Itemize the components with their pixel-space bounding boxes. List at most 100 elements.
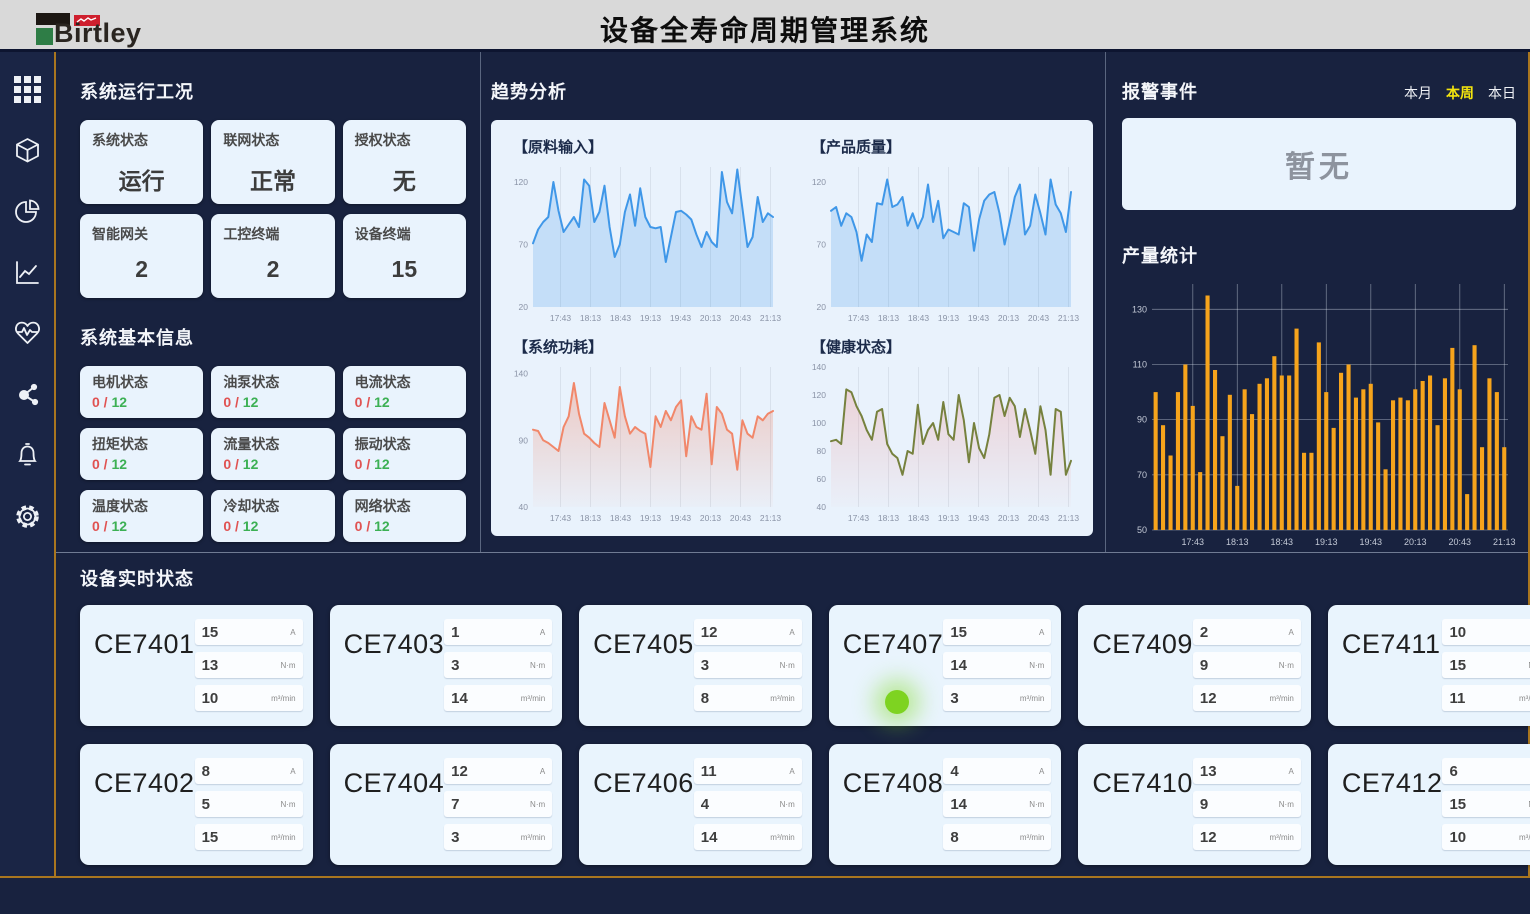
device-value: 14 <box>950 657 967 674</box>
device-card[interactable]: CE741110A15N·m11m³/min <box>1328 605 1530 726</box>
device-unit: m³/min <box>1269 694 1293 703</box>
device-name: CE7402 <box>94 768 195 799</box>
svg-text:18:43: 18:43 <box>610 513 632 523</box>
svg-text:19:13: 19:13 <box>938 513 960 523</box>
svg-text:100: 100 <box>812 418 826 428</box>
info-card-ratio: 0 / 12 <box>223 394 322 410</box>
production-title: 产量统计 <box>1122 242 1516 268</box>
device-values: 15A14N·m3m³/min <box>943 619 1051 711</box>
device-value: 9 <box>1200 796 1208 813</box>
device-unit: N·m <box>780 800 795 809</box>
svg-text:18:43: 18:43 <box>610 313 632 323</box>
alarm-tab[interactable]: 本周 <box>1446 83 1474 103</box>
device-card[interactable]: CE740715A14N·m3m³/min <box>829 605 1062 726</box>
device-values: 2A9N·m12m³/min <box>1193 619 1301 711</box>
power-line-chart: 409014017:4318:1318:4319:1319:4320:1320:… <box>505 359 781 527</box>
svg-text:19:43: 19:43 <box>968 313 990 323</box>
device-value: 12 <box>701 624 718 641</box>
device-value: 8 <box>202 763 210 780</box>
alarm-tab[interactable]: 本月 <box>1404 83 1432 103</box>
status-card-value: 正常 <box>223 162 322 196</box>
svg-text:18:13: 18:13 <box>1226 537 1249 547</box>
device-card[interactable]: CE74084A14N·m8m³/min <box>829 744 1062 865</box>
apps-grid-icon[interactable] <box>12 74 42 104</box>
system-info-cards: 电机状态0 / 12油泵状态0 / 12电流状态0 / 12扭矩状态0 / 12… <box>80 366 466 542</box>
alarm-empty-card: 暂无 <box>1122 118 1516 210</box>
device-card[interactable]: CE740115A13N·m10m³/min <box>80 605 313 726</box>
device-value: 6 <box>1449 763 1457 780</box>
trend-chart-cell: 【产品质量】 207012017:4318:1318:4319:1319:432… <box>803 132 1079 330</box>
status-card-label: 系统状态 <box>92 130 191 150</box>
info-card: 温度状态0 / 12 <box>80 490 203 542</box>
device-unit: m³/min <box>1519 694 1530 703</box>
sidebar-nav <box>0 52 56 876</box>
svg-text:20:43: 20:43 <box>1028 313 1050 323</box>
svg-text:19:13: 19:13 <box>938 313 960 323</box>
device-value: 2 <box>1200 624 1208 641</box>
trend-chart-title: 【原料输入】 <box>513 136 781 157</box>
info-card-ratio: 0 / 12 <box>223 456 322 472</box>
device-value-row: 13A <box>1193 758 1301 784</box>
device-value-row: 14m³/min <box>694 824 802 850</box>
device-value: 11 <box>701 763 717 780</box>
device-value: 14 <box>950 796 967 813</box>
gear-icon[interactable] <box>12 501 42 531</box>
svg-text:80: 80 <box>817 446 827 456</box>
device-name: CE7405 <box>593 629 694 660</box>
device-unit: N·m <box>1029 800 1044 809</box>
production-bar-chart: 50709011013017:4318:1318:4319:1319:4320:… <box>1122 280 1516 552</box>
info-card-ratio: 0 / 12 <box>92 394 191 410</box>
status-card: 设备终端15 <box>343 214 466 298</box>
device-value-row: 3m³/min <box>943 685 1051 711</box>
svg-text:18:43: 18:43 <box>908 513 930 523</box>
device-value: 14 <box>701 829 718 846</box>
device-card[interactable]: CE74092A9N·m12m³/min <box>1078 605 1311 726</box>
device-value-row: 5N·m <box>195 791 303 817</box>
svg-text:18:43: 18:43 <box>908 313 930 323</box>
device-values: 6A15N·m10m³/min <box>1442 758 1530 850</box>
info-card-label: 电机状态 <box>92 372 191 392</box>
device-card[interactable]: CE740412A7N·m3m³/min <box>330 744 563 865</box>
device-value: 15 <box>202 624 219 641</box>
device-unit: A <box>540 767 545 776</box>
pie-chart-icon[interactable] <box>12 196 42 226</box>
info-card: 网络状态0 / 12 <box>343 490 466 542</box>
alarm-tab[interactable]: 本日 <box>1488 83 1516 103</box>
devices-grid: CE740115A13N·m10m³/minCE74031A3N·m14m³/m… <box>80 605 1502 865</box>
device-name: CE7404 <box>344 768 445 799</box>
device-card[interactable]: CE741013A9N·m12m³/min <box>1078 744 1311 865</box>
device-card[interactable]: CE74126A15N·m10m³/min <box>1328 744 1530 865</box>
info-card-label: 电流状态 <box>355 372 454 392</box>
topology-icon[interactable] <box>12 379 42 409</box>
system-info-title: 系统基本信息 <box>80 324 466 350</box>
svg-text:130: 130 <box>1132 304 1147 314</box>
line-chart-icon[interactable] <box>12 257 42 287</box>
device-value-row: 8A <box>195 758 303 784</box>
device-card[interactable]: CE74031A3N·m14m³/min <box>330 605 563 726</box>
device-card[interactable]: CE740611A4N·m14m³/min <box>579 744 812 865</box>
status-card-value: 15 <box>355 256 454 283</box>
device-value: 1 <box>451 624 459 641</box>
device-card[interactable]: CE740512A3N·m8m³/min <box>579 605 812 726</box>
device-value-row: 1A <box>444 619 552 645</box>
device-values: 4A14N·m8m³/min <box>943 758 1051 850</box>
health-monitor-icon[interactable] <box>12 318 42 348</box>
alarm-header: 报警事件 本月本周本日 <box>1122 78 1516 104</box>
device-value: 10 <box>202 690 219 707</box>
bell-icon[interactable] <box>12 440 42 470</box>
device-card[interactable]: CE74028A5N·m15m³/min <box>80 744 313 865</box>
info-card-ratio: 0 / 12 <box>92 456 191 472</box>
svg-text:70: 70 <box>817 240 827 250</box>
cube-icon[interactable] <box>12 135 42 165</box>
device-unit: A <box>1289 628 1294 637</box>
device-name: CE7412 <box>1342 768 1443 799</box>
system-panel: 系统运行工况 系统状态运行联网状态正常授权状态无智能网关2工控终端2设备终端15… <box>56 52 480 552</box>
svg-text:19:13: 19:13 <box>1315 537 1338 547</box>
device-unit: A <box>1039 767 1044 776</box>
device-value-row: 9N·m <box>1193 791 1301 817</box>
svg-text:17:43: 17:43 <box>550 313 572 323</box>
device-unit: N·m <box>530 800 545 809</box>
svg-text:19:13: 19:13 <box>640 513 662 523</box>
device-value-row: 12m³/min <box>1193 824 1301 850</box>
device-unit: m³/min <box>271 694 295 703</box>
